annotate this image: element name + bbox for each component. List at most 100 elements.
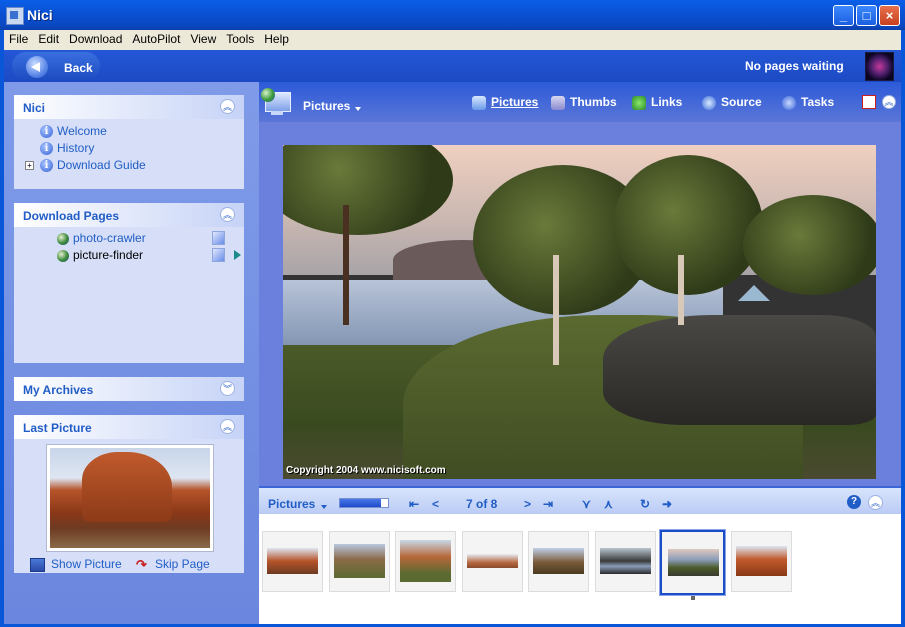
forward-icon[interactable]: ➜ <box>662 497 672 511</box>
expand-chevron-icon[interactable]: ︾ <box>220 381 235 396</box>
thumbnail-image <box>533 548 584 574</box>
monitor-stand <box>271 111 283 115</box>
thumbnail[interactable] <box>462 531 523 592</box>
title-bar[interactable]: Nici _ □ × <box>0 0 905 30</box>
thumbnail-strip <box>259 514 901 624</box>
progress-fill <box>340 499 381 507</box>
globe-shape <box>261 88 275 102</box>
close-button[interactable]: × <box>879 5 900 26</box>
next-picture-icon[interactable]: > <box>524 497 531 511</box>
app-window: Nici _ □ × File Edit Download AutoPilot View… <box>0 0 905 627</box>
dropdown-caret-icon[interactable] <box>355 107 361 111</box>
maximize-button[interactable]: □ <box>856 5 877 26</box>
menu-tools[interactable]: Tools <box>221 30 259 49</box>
panel-header[interactable]: Download Pages ︽ <box>14 203 244 227</box>
scale-up-icon[interactable]: ⋏ <box>604 497 613 511</box>
app-icon <box>6 7 24 25</box>
panel-header[interactable]: My Archives ︾ <box>14 377 244 401</box>
globe-icon <box>57 232 69 245</box>
pictures-view-icon <box>261 86 291 118</box>
panel-nici: Nici ︽ i Welcome i History + i Download Gui… <box>14 95 244 189</box>
tab-tasks[interactable]: Tasks <box>782 95 834 110</box>
back-arrow-icon <box>26 56 48 78</box>
expand-icon[interactable]: + <box>25 161 34 170</box>
picture-counter: 7 of 8 <box>466 497 498 511</box>
thumbnail-image <box>267 548 318 574</box>
fullscreen-icon[interactable] <box>862 95 876 109</box>
links-icon <box>632 95 646 110</box>
last-picture-image <box>50 448 210 548</box>
menu-bar: File Edit Download AutoPilot View Tools Help <box>4 30 901 50</box>
tab-links[interactable]: Links <box>632 95 682 110</box>
download-page-picture-finder[interactable]: picture-finder <box>57 248 143 262</box>
rotate-icon[interactable]: ↻ <box>640 497 650 511</box>
selection-marker <box>691 596 695 600</box>
panel-header[interactable]: Last Picture ︽ <box>14 415 244 439</box>
pictures-dropdown[interactable]: Pictures <box>268 497 315 511</box>
menu-help[interactable]: Help <box>259 30 294 49</box>
thumbnail-image <box>400 540 451 582</box>
skip-page-button[interactable]: ↷ Skip Page <box>136 557 210 571</box>
first-picture-icon[interactable]: ⇤ <box>409 497 419 511</box>
previous-picture-icon[interactable]: < <box>432 497 439 511</box>
help-icon[interactable]: ? <box>847 495 861 509</box>
tent <box>738 285 770 301</box>
picture-nav-bar: Pictures ⇤ < 7 of 8 > ⇥ ⋎ ⋏ ↻ ➜ ? ︽ <box>259 486 901 516</box>
minimize-button[interactable]: _ <box>833 5 854 26</box>
pictures-icon <box>472 95 486 110</box>
thumbnail[interactable] <box>329 531 390 592</box>
last-picture-icon[interactable]: ⇥ <box>543 497 553 511</box>
tab-pictures[interactable]: Pictures <box>472 95 538 110</box>
view-selector[interactable]: Pictures <box>303 99 350 113</box>
download-page-photo-crawler[interactable]: photo-crawler <box>57 231 146 245</box>
tab-source[interactable]: Source <box>702 95 762 110</box>
scale-down-icon[interactable]: ⋎ <box>582 497 591 511</box>
collapse-chevron-icon[interactable]: ︽ <box>220 207 235 222</box>
menu-autopilot[interactable]: AutoPilot <box>127 30 185 49</box>
thumbnail[interactable] <box>395 531 456 592</box>
rocks <box>603 315 876 425</box>
thumbnail-image <box>334 544 385 578</box>
link-download-guide[interactable]: i Download Guide <box>40 158 146 173</box>
collapse-thumbs-icon[interactable]: ︽ <box>868 495 883 510</box>
tree <box>743 195 876 295</box>
collapse-toolbar-icon[interactable]: ︽ <box>882 95 896 109</box>
menu-edit[interactable]: Edit <box>33 30 64 49</box>
play-arrow-icon[interactable] <box>234 250 241 260</box>
link-welcome[interactable]: i Welcome <box>40 124 107 139</box>
tree <box>613 155 763 295</box>
thumbnail[interactable] <box>262 531 323 592</box>
skip-arrow-icon: ↷ <box>136 556 147 572</box>
rock-formation <box>82 452 172 522</box>
thumbnail[interactable] <box>731 531 792 592</box>
thumbnail-image <box>467 554 518 568</box>
tree-trunk <box>553 255 559 365</box>
last-picture-preview[interactable] <box>46 444 214 552</box>
dropdown-caret-icon[interactable] <box>321 505 327 509</box>
panel-title: Last Picture <box>23 421 92 435</box>
panel-title: My Archives <box>23 383 94 397</box>
back-button[interactable]: Back <box>12 52 100 80</box>
thumbnail-image <box>736 546 787 576</box>
menu-view[interactable]: View <box>185 30 221 49</box>
collapse-chevron-icon[interactable]: ︽ <box>220 419 235 434</box>
app-logo <box>865 52 894 81</box>
show-picture-button[interactable]: Show Picture <box>30 557 122 572</box>
source-icon <box>702 95 716 110</box>
thumbnail[interactable] <box>528 531 589 592</box>
collapse-chevron-icon[interactable]: ︽ <box>220 99 235 114</box>
tab-thumbs[interactable]: Thumbs <box>551 95 617 110</box>
info-icon: i <box>40 125 53 139</box>
panel-last-picture: Last Picture ︽ Show Picture ↷ Skip Page <box>14 415 244 573</box>
thumbnail-image <box>600 548 651 574</box>
thumbnail[interactable] <box>595 531 656 592</box>
main-picture[interactable]: Copyright 2004 www.nicisoft.com <box>283 145 876 479</box>
link-history[interactable]: i History <box>40 141 94 156</box>
panel-header[interactable]: Nici ︽ <box>14 95 244 119</box>
download-progress <box>339 498 389 508</box>
thumbnail-selected[interactable] <box>659 529 726 596</box>
menu-download[interactable]: Download <box>64 30 127 49</box>
pages-waiting-status: No pages waiting <box>745 59 844 73</box>
menu-file[interactable]: File <box>4 30 33 49</box>
page-status-icon <box>212 231 225 245</box>
